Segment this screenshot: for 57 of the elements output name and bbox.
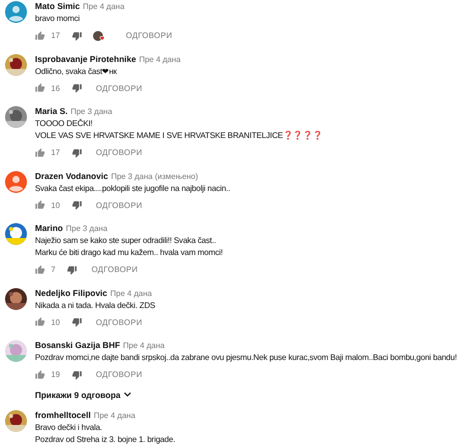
comment-text: VOLE VAS SVE HRVATSKE MAME I SVE HRVATSKE BRANITELJICE❓❓❓❓: [35, 130, 322, 142]
reply-button[interactable]: ОДГОВОРИ: [118, 29, 178, 42]
comment-time[interactable]: Пре 4 дана: [110, 288, 152, 300]
reply-button[interactable]: ОДГОВОРИ: [88, 316, 148, 328]
comment-time[interactable]: Пре 4 дана: [94, 410, 136, 422]
show-replies-button[interactable]: Прикажи 9 одговора: [35, 390, 131, 400]
comment-text: Bravo dečki i hvala.: [35, 422, 103, 434]
comment-time[interactable]: Пре 4 дана: [139, 54, 181, 66]
thumbs-down-icon[interactable]: [72, 30, 82, 40]
chevron-icon: [124, 392, 131, 397]
comment-text: Nikada a ni tada. Hvala dečki. ZDS: [35, 300, 156, 312]
author-name[interactable]: Drazen Vodanovic: [35, 170, 108, 182]
author-name[interactable]: Nedeljko Filipovic: [35, 286, 108, 298]
thumbs-up-icon[interactable]: [35, 264, 45, 274]
reply-button[interactable]: ОДГОВОРИ: [83, 263, 144, 276]
like-count: 16: [51, 84, 60, 92]
thumbs-down-icon[interactable]: [72, 200, 82, 210]
like-count: 19: [51, 370, 60, 379]
thumbs-down-icon[interactable]: [72, 83, 82, 93]
thumbs-down-icon[interactable]: [72, 370, 82, 380]
comment-text: Svaka čast ekipa....poklopili ste jugofile na najbolji nacin..: [35, 182, 230, 194]
like-count: 17: [51, 148, 60, 157]
author-name[interactable]: Mato Simic: [35, 0, 80, 12]
thumbs-down-icon[interactable]: [72, 317, 82, 327]
thumbs-up-icon[interactable]: [35, 30, 45, 40]
reply-button[interactable]: ОДГОВОРИ: [88, 368, 148, 381]
author-name[interactable]: Bosanski Gazija BHF: [35, 339, 120, 351]
comment-time[interactable]: Пре 3 дана: [66, 223, 108, 235]
like-count: 17: [51, 31, 60, 40]
like-count: 7: [51, 265, 56, 274]
comment-text: Pozdrav momci,ne dajte bandi srpskoj..da zabrane ovu pjesmu.Nek puse kurac,svom Baji malom..Baci bombu,goni bandu!: [35, 352, 457, 364]
author-name[interactable]: fromhelltocell: [35, 408, 91, 420]
comment-time[interactable]: Пре 4 дана: [123, 340, 165, 352]
comment-text: bravo momci: [35, 13, 81, 25]
thumbs-down-icon[interactable]: [72, 148, 82, 158]
comment-time[interactable]: Пре 4 дана: [82, 1, 124, 13]
thumbs-up-icon[interactable]: [35, 317, 45, 327]
comment-text: Marku će biti drago kad mu kažem.. hvala vam momci!: [35, 247, 223, 259]
comment-text: Naježio sam se kako ste super odradili!! Svaka čast..: [35, 235, 217, 247]
like-count: 10: [51, 318, 60, 326]
comment-time[interactable]: Пре 3 дана: [70, 106, 112, 118]
thumbs-up-icon[interactable]: [35, 148, 45, 158]
comment-text: TOOOO DEČKI!: [35, 118, 94, 130]
author-name[interactable]: Marino: [35, 222, 63, 234]
thumbs-up-icon[interactable]: [35, 83, 45, 93]
reply-button[interactable]: ОДГОВОРИ: [88, 82, 148, 94]
comment-time[interactable]: Пре 3 дана (измењено): [111, 170, 198, 182]
like-count: 10: [51, 200, 60, 210]
comment-text: Pozdrav od Streha iz 3. bojne 1. brigade.: [35, 434, 176, 445]
thumbs-up-icon[interactable]: [35, 370, 45, 380]
author-name[interactable]: Maria S.: [35, 105, 68, 117]
thumbs-down-icon[interactable]: [67, 264, 78, 274]
thumbs-up-icon[interactable]: [35, 200, 45, 210]
reply-button[interactable]: ОДГОВОРИ: [88, 198, 148, 212]
author-name[interactable]: Isprobavanje Pirotehnike: [35, 52, 136, 64]
comment-text: Odlično, svaka čast❤нк: [35, 66, 118, 78]
reply-button[interactable]: ОДГОВОРИ: [88, 146, 148, 159]
